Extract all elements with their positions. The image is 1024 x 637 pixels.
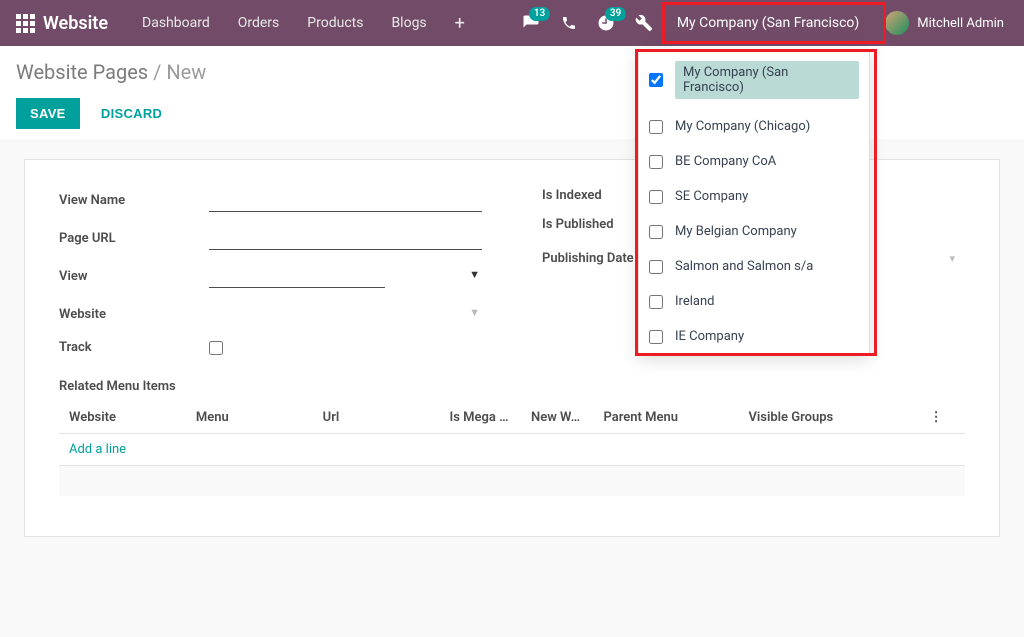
label-page-url: Page URL [59,231,209,246]
company-option-label: IE Company [675,329,744,344]
input-website[interactable] [209,302,385,326]
company-switcher[interactable]: My Company (San Francisco) [663,0,873,46]
breadcrumb-root[interactable]: Website Pages [16,60,148,84]
subheader: Website Pages / New SAVE DISCARD [0,46,1024,139]
nav-blogs[interactable]: Blogs [377,0,440,46]
table-row [59,466,965,496]
sheet-wrap: View Name Page URL View ▼ Website [0,139,1024,557]
save-button[interactable]: SAVE [16,98,80,129]
label-is-published: Is Published [542,217,614,232]
messages-badge: 13 [529,7,550,21]
label-is-indexed: Is Indexed [542,188,602,203]
company-option[interactable]: Ireland [639,284,869,319]
left-column: View Name Page URL View ▼ Website [59,188,482,369]
table-options-icon[interactable]: ⋮ [920,402,965,434]
company-option[interactable]: My Belgian Company [639,214,869,249]
activities-icon[interactable]: 39 [587,0,625,46]
user-name: Mitchell Admin [917,16,1004,31]
nav-orders[interactable]: Orders [224,0,294,46]
company-option-label: My Company (Chicago) [675,119,810,134]
company-option[interactable]: SE Company [639,179,869,214]
company-option-checkbox[interactable] [649,260,663,274]
input-view-name[interactable] [209,188,482,212]
company-option-checkbox[interactable] [649,330,663,344]
related-table: Website Menu Url Is Mega … New W… Parent… [59,402,965,496]
company-option-label: BE Company CoA [675,154,776,169]
company-option-checkbox[interactable] [649,225,663,239]
chevron-down-icon: ▼ [469,268,480,281]
col-menu[interactable]: Menu [186,402,313,434]
company-option[interactable]: My Company (Chicago) [639,109,869,144]
input-page-url[interactable] [209,226,482,250]
chevron-down-icon: ▾ [949,252,955,265]
activities-badge: 39 [605,7,626,21]
company-option-label: Ireland [675,294,714,309]
company-option-label: SE Company [675,189,748,204]
nav-dashboard[interactable]: Dashboard [128,0,224,46]
apps-icon[interactable] [16,14,35,33]
col-visible-groups[interactable]: Visible Groups [738,402,919,434]
company-option-checkbox[interactable] [649,155,663,169]
user-menu[interactable]: Mitchell Admin [873,11,1016,35]
label-view-name: View Name [59,193,209,208]
messages-icon[interactable]: 13 [511,0,551,46]
company-option-label: Salmon and Salmon s/a [675,259,813,274]
table-row: Add a line [59,434,965,466]
company-dropdown: My Company (San Francisco) My Company (Ch… [638,50,870,355]
company-option-label: My Belgian Company [675,224,797,239]
avatar [885,11,909,35]
nav-products[interactable]: Products [293,0,377,46]
col-url[interactable]: Url [313,402,440,434]
col-is-mega[interactable]: Is Mega … [439,402,521,434]
chevron-down-icon: ▼ [469,306,480,319]
company-option-checkbox[interactable] [649,120,663,134]
col-parent-menu[interactable]: Parent Menu [593,402,738,434]
debug-icon[interactable] [625,0,663,46]
company-option[interactable]: BE Company CoA [639,144,869,179]
checkbox-track[interactable] [209,341,223,355]
breadcrumb-leaf: New [166,60,206,84]
company-option[interactable]: IE Company [639,319,869,354]
input-view[interactable] [209,264,385,288]
company-option-checkbox[interactable] [649,190,663,204]
company-option-label: My Company (San Francisco) [675,61,859,99]
col-new-window[interactable]: New W… [521,402,593,434]
label-view: View [59,269,209,284]
discard-button[interactable]: DISCARD [87,98,176,129]
company-option[interactable]: My Company (San Francisco) [639,51,869,109]
company-option-checkbox[interactable] [649,73,663,87]
label-track: Track [59,340,209,355]
top-navbar: Website Dashboard Orders Products Blogs … [0,0,1024,46]
section-related-title: Related Menu Items [59,379,965,394]
phone-icon[interactable] [551,0,587,46]
company-option[interactable]: Salmon and Salmon s/a [639,249,869,284]
add-line-link[interactable]: Add a line [69,442,126,457]
nav-new-content-icon[interactable]: + [441,0,479,46]
label-website: Website [59,307,209,322]
app-brand[interactable]: Website [43,13,108,34]
company-option-checkbox[interactable] [649,295,663,309]
col-website[interactable]: Website [59,402,186,434]
company-current-label: My Company (San Francisco) [677,15,859,31]
